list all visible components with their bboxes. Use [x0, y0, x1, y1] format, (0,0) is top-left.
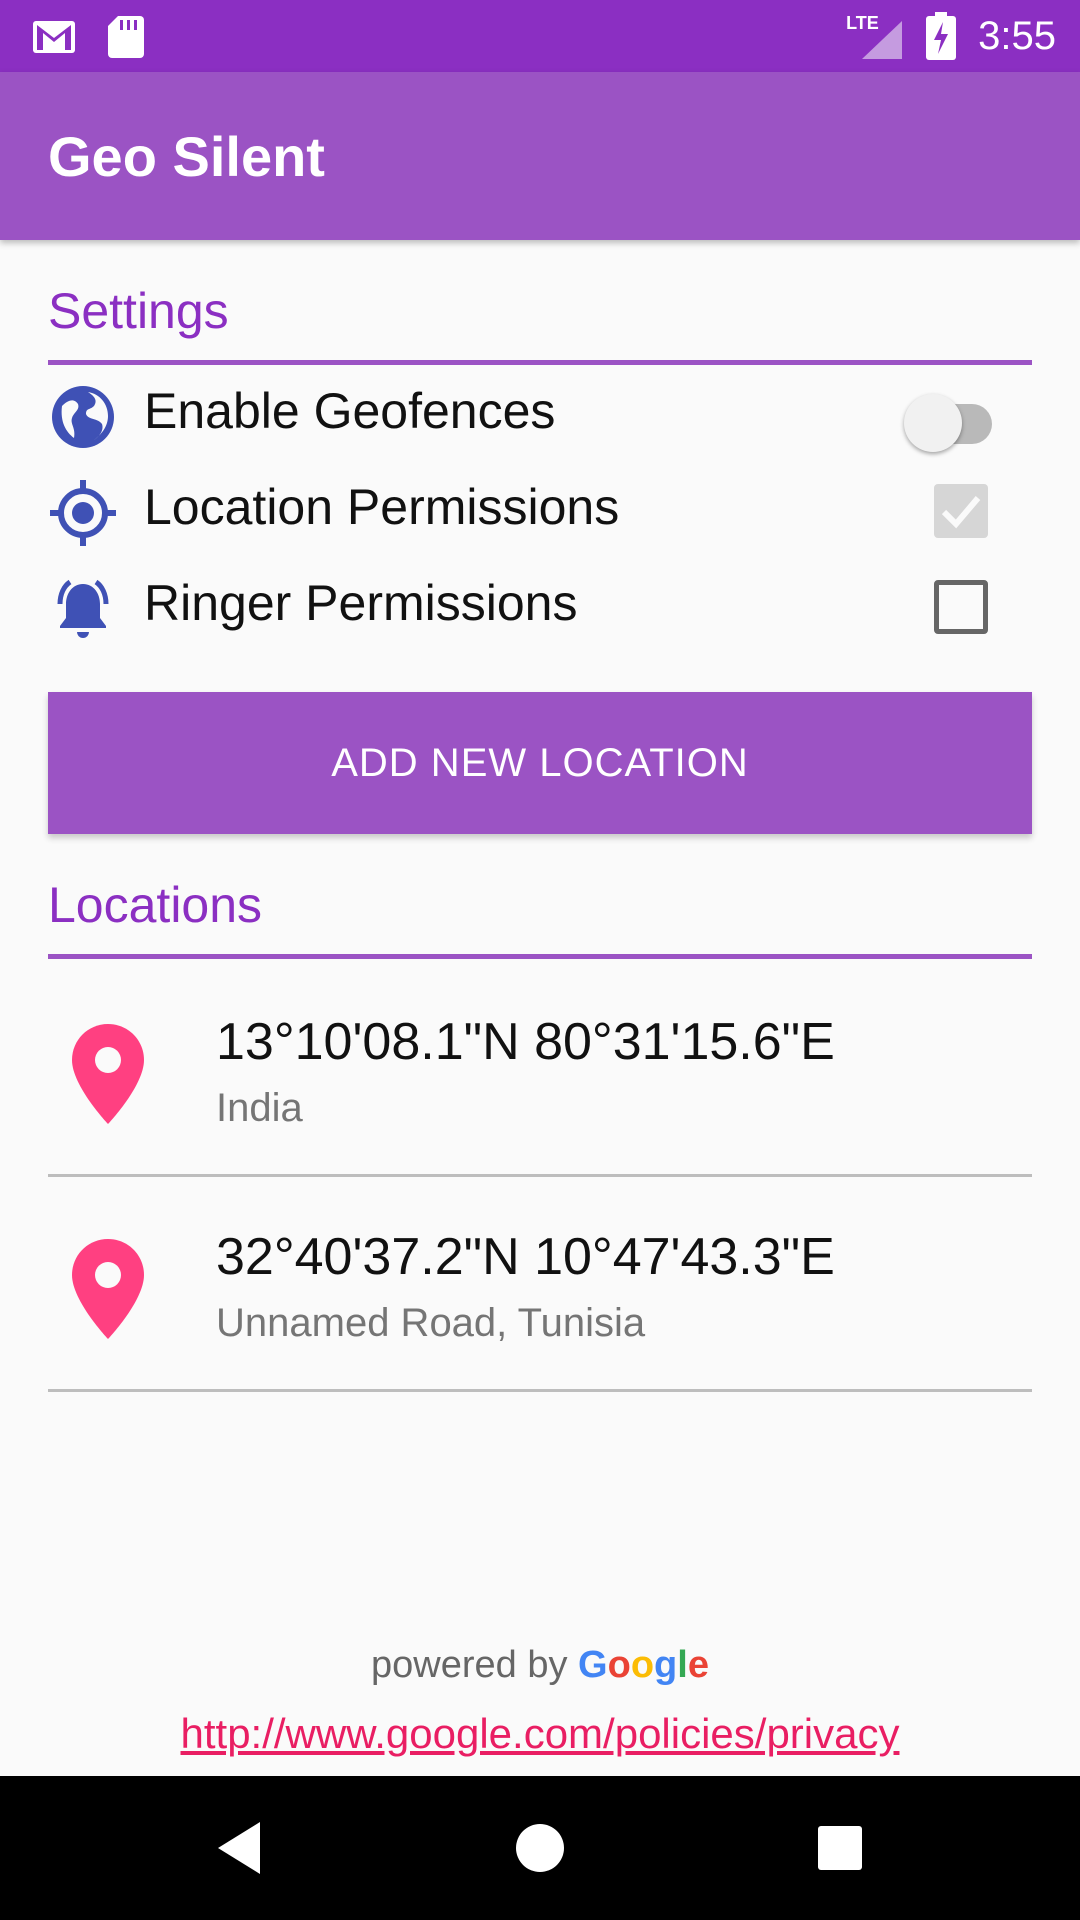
locations-divider [48, 954, 1032, 959]
setting-label: Enable Geofences [144, 383, 556, 439]
locations-header: Locations [48, 876, 1032, 959]
location-permission-checkbox[interactable] [934, 484, 988, 538]
location-coords: 32°40'37.2"N 10°47'43.3"E [216, 1228, 835, 1286]
powered-by-text: powered by [371, 1644, 568, 1686]
signal-icon: LTE [846, 13, 904, 59]
setting-enable-geofences[interactable]: Enable Geofences [48, 368, 1032, 464]
status-bar: LTE 3:55 [0, 0, 1080, 72]
battery-charging-icon [926, 12, 957, 60]
app-title: Geo Silent [48, 125, 325, 188]
back-icon[interactable] [204, 1812, 276, 1884]
location-item[interactable]: 32°40'37.2"N 10°47'43.3"E Unnamed Road, … [48, 1177, 1032, 1392]
map-pin-icon [72, 1024, 144, 1124]
geofence-switch[interactable] [904, 390, 1000, 452]
gps-target-icon [50, 480, 116, 546]
powered-by-google: powered by Google [0, 1644, 1080, 1687]
switch-thumb [904, 394, 962, 452]
ringer-permission-checkbox[interactable] [934, 580, 988, 634]
locations-title: Locations [48, 877, 263, 933]
list-divider [48, 1389, 1032, 1392]
setting-location-permissions[interactable]: Location Permissions [48, 464, 1032, 560]
settings-title: Settings [48, 283, 229, 339]
privacy-policy-link[interactable]: http://www.google.com/policies/privacy [0, 1710, 1080, 1758]
navigation-bar [0, 1776, 1080, 1920]
home-icon[interactable] [504, 1812, 576, 1884]
setting-label: Location Permissions [144, 479, 620, 535]
clock: 3:55 [978, 14, 1056, 58]
globe-icon [52, 386, 114, 448]
settings-header: Settings [48, 282, 1032, 365]
sd-card-icon [108, 16, 144, 58]
map-pin-icon [72, 1239, 144, 1339]
google-logo: Google [578, 1644, 709, 1686]
check-icon [941, 496, 981, 529]
location-place: Unnamed Road, Tunisia [216, 1301, 646, 1345]
location-coords: 13°10'08.1"N 80°31'15.6"E [216, 1013, 835, 1071]
location-place: India [216, 1086, 303, 1130]
add-new-location-button[interactable]: ADD NEW LOCATION [48, 692, 1032, 834]
recents-icon[interactable] [804, 1812, 876, 1884]
setting-label: Ringer Permissions [144, 575, 578, 631]
setting-ringer-permissions[interactable]: Ringer Permissions [48, 560, 1032, 656]
app-bar: Geo Silent [0, 72, 1080, 240]
gmail-icon [33, 21, 75, 53]
bell-ringing-icon [57, 579, 109, 638]
location-item[interactable]: 13°10'08.1"N 80°31'15.6"E India [48, 962, 1032, 1177]
settings-divider [48, 360, 1032, 365]
